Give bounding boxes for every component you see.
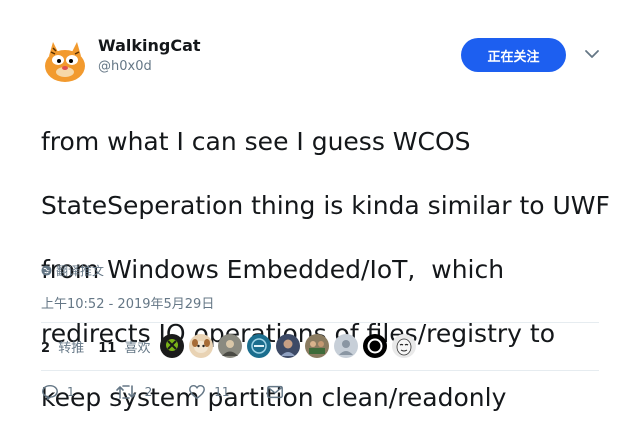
heart-icon: [189, 384, 206, 400]
default-avatar-icon: [334, 334, 358, 358]
message-button[interactable]: [266, 384, 284, 400]
tweet-line: StateSeperation thing is kinda similar t…: [41, 191, 610, 220]
liker-avatar[interactable]: [392, 334, 416, 358]
retweet-icon: [115, 385, 136, 399]
liker-avatar[interactable]: [305, 334, 329, 358]
retweet-stat[interactable]: 2 转推: [41, 337, 84, 356]
liker-avatar[interactable]: [218, 334, 242, 358]
reply-icon: [42, 384, 58, 400]
user-name[interactable]: WalkingCat: [98, 36, 201, 56]
retweet-count: 2: [41, 341, 51, 356]
retweet-count: 2: [144, 385, 153, 399]
like-button[interactable]: 11: [188, 383, 230, 401]
dog-avatar-icon: [189, 334, 213, 358]
xbox-avatar-icon: [160, 334, 184, 358]
mask-avatar-icon: [392, 334, 416, 358]
retweet-button[interactable]: 2: [115, 383, 153, 401]
liker-avatar[interactable]: [160, 334, 184, 358]
teal-avatar-icon: [247, 334, 271, 358]
tweet-line: from Windows Embedded/IoT, which: [41, 255, 505, 284]
like-stat[interactable]: 11 喜欢: [98, 337, 150, 356]
tweet-stats: 2 转推 11 喜欢: [41, 337, 150, 356]
person-avatar-icon: [276, 334, 300, 358]
liker-avatar[interactable]: [247, 334, 271, 358]
tweet-actions: 1 2 11: [41, 383, 284, 401]
chevron-down-icon[interactable]: [583, 47, 601, 61]
liker-avatar[interactable]: [276, 334, 300, 358]
tweet-line: from what I can see I guess WCOS: [41, 127, 471, 156]
like-stat-label: 喜欢: [124, 341, 151, 356]
cat-avatar-icon: [41, 38, 89, 86]
group-avatar-icon: [305, 334, 329, 358]
likers-avatars: [160, 334, 416, 358]
divider: [41, 370, 599, 371]
like-count: 11: [98, 341, 117, 356]
reply-button[interactable]: 1: [41, 383, 75, 401]
retweet-stat-label: 转推: [58, 341, 85, 356]
divider: [41, 322, 599, 323]
ring-avatar-icon: [363, 334, 387, 358]
liker-avatar[interactable]: [363, 334, 387, 358]
translate-link[interactable]: 翻译推文: [41, 262, 104, 279]
user-handle[interactable]: @h0x0d: [98, 59, 152, 75]
liker-avatar[interactable]: [334, 334, 358, 358]
timestamp[interactable]: 上午10:52 - 2019年5月29日: [41, 293, 214, 312]
person-avatar-icon: [218, 334, 242, 358]
globe-icon: [41, 265, 52, 276]
following-button[interactable]: 正在关注: [461, 38, 566, 72]
liker-avatar[interactable]: [189, 334, 213, 358]
avatar[interactable]: [41, 38, 89, 86]
envelope-icon: [266, 385, 283, 399]
reply-count: 1: [67, 385, 75, 399]
like-count: 11: [214, 385, 230, 399]
translate-label: 翻译推文: [56, 264, 105, 278]
